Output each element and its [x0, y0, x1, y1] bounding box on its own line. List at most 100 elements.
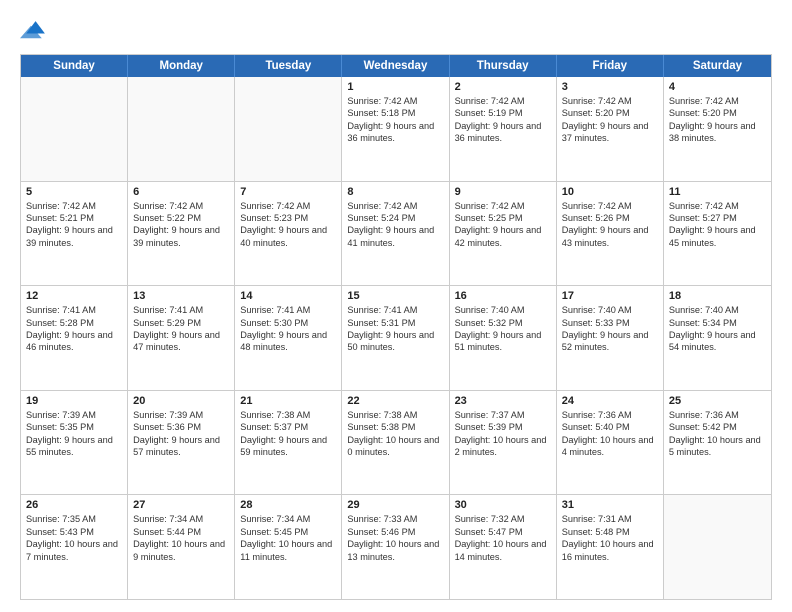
- day-number: 30: [455, 499, 551, 511]
- calendar-cell: 28 Sunrise: 7:34 AM Sunset: 5:45 PM Dayli…: [235, 495, 342, 599]
- day-number: 29: [347, 499, 443, 511]
- calendar-header: SundayMondayTuesdayWednesdayThursdayFrid…: [21, 55, 771, 77]
- calendar-row-5: 26 Sunrise: 7:35 AM Sunset: 5:43 PM Dayli…: [21, 494, 771, 599]
- calendar-row-2: 5 Sunrise: 7:42 AM Sunset: 5:21 PM Daylig…: [21, 181, 771, 286]
- cell-content: Sunrise: 7:31 AM Sunset: 5:48 PM Dayligh…: [562, 513, 658, 563]
- day-header-monday: Monday: [128, 55, 235, 77]
- day-number: 3: [562, 81, 658, 93]
- day-number: 17: [562, 290, 658, 302]
- calendar-cell: 12Sunrise: 7:41 AM Sunset: 5:28 PM Dayli…: [21, 286, 128, 390]
- calendar-cell: 20 Sunrise: 7:39 AM Sunset: 5:36 PM Dayli…: [128, 391, 235, 495]
- cell-content: Sunrise: 7:36 AM Sunset: 5:40 PM Dayligh…: [562, 409, 658, 459]
- cell-content: Sunrise: 7:42 AM Sunset: 5:25 PM Dayligh…: [455, 200, 551, 250]
- cell-content: Sunrise: 7:36 AM Sunset: 5:42 PM Dayligh…: [669, 409, 766, 459]
- cell-content: Sunrise: 7:42 AM Sunset: 5:19 PM Dayligh…: [455, 95, 551, 145]
- day-number: 26: [26, 499, 122, 511]
- calendar-cell: 9 Sunrise: 7:42 AM Sunset: 5:25 PM Daylig…: [450, 182, 557, 286]
- day-number: 15: [347, 290, 443, 302]
- calendar-cell: 14 Sunrise: 7:41 AM Sunset: 5:30 PM Dayli…: [235, 286, 342, 390]
- day-number: 27: [133, 499, 229, 511]
- calendar-cell: 23Sunrise: 7:37 AM Sunset: 5:39 PM Dayli…: [450, 391, 557, 495]
- cell-content: Sunrise: 7:42 AM Sunset: 5:20 PM Dayligh…: [562, 95, 658, 145]
- cell-content: Sunrise: 7:39 AM Sunset: 5:35 PM Dayligh…: [26, 409, 122, 459]
- day-number: 5: [26, 186, 122, 198]
- cell-content: Sunrise: 7:32 AM Sunset: 5:47 PM Dayligh…: [455, 513, 551, 563]
- cell-content: Sunrise: 7:40 AM Sunset: 5:34 PM Dayligh…: [669, 304, 766, 354]
- day-number: 28: [240, 499, 336, 511]
- cell-content: Sunrise: 7:34 AM Sunset: 5:44 PM Dayligh…: [133, 513, 229, 563]
- calendar-cell: 18 Sunrise: 7:40 AM Sunset: 5:34 PM Dayli…: [664, 286, 771, 390]
- day-number: 2: [455, 81, 551, 93]
- day-number: 25: [669, 395, 766, 407]
- day-number: 18: [669, 290, 766, 302]
- calendar-cell: 31 Sunrise: 7:31 AM Sunset: 5:48 PM Dayli…: [557, 495, 664, 599]
- cell-content: Sunrise: 7:42 AM Sunset: 5:18 PM Dayligh…: [347, 95, 443, 145]
- day-number: 12: [26, 290, 122, 302]
- calendar: SundayMondayTuesdayWednesdayThursdayFrid…: [20, 54, 772, 600]
- day-number: 20: [133, 395, 229, 407]
- calendar-cell: 6Sunrise: 7:42 AM Sunset: 5:22 PM Daylig…: [128, 182, 235, 286]
- day-header-sunday: Sunday: [21, 55, 128, 77]
- calendar-row-4: 19 Sunrise: 7:39 AM Sunset: 5:35 PM Dayli…: [21, 390, 771, 495]
- cell-content: Sunrise: 7:38 AM Sunset: 5:37 PM Dayligh…: [240, 409, 336, 459]
- calendar-cell: 24 Sunrise: 7:36 AM Sunset: 5:40 PM Dayli…: [557, 391, 664, 495]
- day-number: 31: [562, 499, 658, 511]
- day-number: 13: [133, 290, 229, 302]
- day-header-thursday: Thursday: [450, 55, 557, 77]
- calendar-cell: [664, 495, 771, 599]
- calendar-row-3: 12Sunrise: 7:41 AM Sunset: 5:28 PM Dayli…: [21, 285, 771, 390]
- day-number: 11: [669, 186, 766, 198]
- calendar-cell: 1Sunrise: 7:42 AM Sunset: 5:18 PM Daylig…: [342, 77, 449, 181]
- calendar-cell: 29 Sunrise: 7:33 AM Sunset: 5:46 PM Dayli…: [342, 495, 449, 599]
- calendar-cell: [128, 77, 235, 181]
- day-number: 24: [562, 395, 658, 407]
- calendar-cell: 3 Sunrise: 7:42 AM Sunset: 5:20 PM Daylig…: [557, 77, 664, 181]
- day-number: 16: [455, 290, 551, 302]
- cell-content: Sunrise: 7:42 AM Sunset: 5:23 PM Dayligh…: [240, 200, 336, 250]
- day-number: 10: [562, 186, 658, 198]
- calendar-cell: [21, 77, 128, 181]
- day-number: 14: [240, 290, 336, 302]
- calendar-cell: 13 Sunrise: 7:41 AM Sunset: 5:29 PM Dayli…: [128, 286, 235, 390]
- day-number: 22: [347, 395, 443, 407]
- cell-content: Sunrise: 7:40 AM Sunset: 5:33 PM Dayligh…: [562, 304, 658, 354]
- calendar-cell: 19 Sunrise: 7:39 AM Sunset: 5:35 PM Dayli…: [21, 391, 128, 495]
- day-number: 21: [240, 395, 336, 407]
- cell-content: Sunrise: 7:37 AM Sunset: 5:39 PM Dayligh…: [455, 409, 551, 459]
- calendar-cell: 16 Sunrise: 7:40 AM Sunset: 5:32 PM Dayli…: [450, 286, 557, 390]
- cell-content: Sunrise: 7:35 AM Sunset: 5:43 PM Dayligh…: [26, 513, 122, 563]
- day-header-tuesday: Tuesday: [235, 55, 342, 77]
- cell-content: Sunrise: 7:34 AM Sunset: 5:45 PM Dayligh…: [240, 513, 336, 563]
- cell-content: Sunrise: 7:42 AM Sunset: 5:24 PM Dayligh…: [347, 200, 443, 250]
- calendar-cell: 26 Sunrise: 7:35 AM Sunset: 5:43 PM Dayli…: [21, 495, 128, 599]
- cell-content: Sunrise: 7:41 AM Sunset: 5:30 PM Dayligh…: [240, 304, 336, 354]
- cell-content: Sunrise: 7:41 AM Sunset: 5:31 PM Dayligh…: [347, 304, 443, 354]
- calendar-cell: 25 Sunrise: 7:36 AM Sunset: 5:42 PM Dayli…: [664, 391, 771, 495]
- cell-content: Sunrise: 7:42 AM Sunset: 5:21 PM Dayligh…: [26, 200, 122, 250]
- calendar-body: 1Sunrise: 7:42 AM Sunset: 5:18 PM Daylig…: [21, 77, 771, 599]
- logo: [20, 18, 52, 46]
- day-number: 8: [347, 186, 443, 198]
- day-number: 4: [669, 81, 766, 93]
- calendar-cell: 30 Sunrise: 7:32 AM Sunset: 5:47 PM Dayli…: [450, 495, 557, 599]
- calendar-cell: 5 Sunrise: 7:42 AM Sunset: 5:21 PM Daylig…: [21, 182, 128, 286]
- calendar-cell: 15 Sunrise: 7:41 AM Sunset: 5:31 PM Dayli…: [342, 286, 449, 390]
- cell-content: Sunrise: 7:42 AM Sunset: 5:27 PM Dayligh…: [669, 200, 766, 250]
- cell-content: Sunrise: 7:42 AM Sunset: 5:20 PM Dayligh…: [669, 95, 766, 145]
- cell-content: Sunrise: 7:42 AM Sunset: 5:26 PM Dayligh…: [562, 200, 658, 250]
- calendar-cell: 8 Sunrise: 7:42 AM Sunset: 5:24 PM Daylig…: [342, 182, 449, 286]
- day-number: 9: [455, 186, 551, 198]
- calendar-cell: 11 Sunrise: 7:42 AM Sunset: 5:27 PM Dayli…: [664, 182, 771, 286]
- calendar-cell: [235, 77, 342, 181]
- logo-icon: [20, 18, 48, 46]
- calendar-cell: 17 Sunrise: 7:40 AM Sunset: 5:33 PM Dayli…: [557, 286, 664, 390]
- cell-content: Sunrise: 7:41 AM Sunset: 5:29 PM Dayligh…: [133, 304, 229, 354]
- day-number: 7: [240, 186, 336, 198]
- cell-content: Sunrise: 7:40 AM Sunset: 5:32 PM Dayligh…: [455, 304, 551, 354]
- day-number: 19: [26, 395, 122, 407]
- day-header-saturday: Saturday: [664, 55, 771, 77]
- cell-content: Sunrise: 7:33 AM Sunset: 5:46 PM Dayligh…: [347, 513, 443, 563]
- day-header-friday: Friday: [557, 55, 664, 77]
- calendar-cell: 10 Sunrise: 7:42 AM Sunset: 5:26 PM Dayli…: [557, 182, 664, 286]
- cell-content: Sunrise: 7:39 AM Sunset: 5:36 PM Dayligh…: [133, 409, 229, 459]
